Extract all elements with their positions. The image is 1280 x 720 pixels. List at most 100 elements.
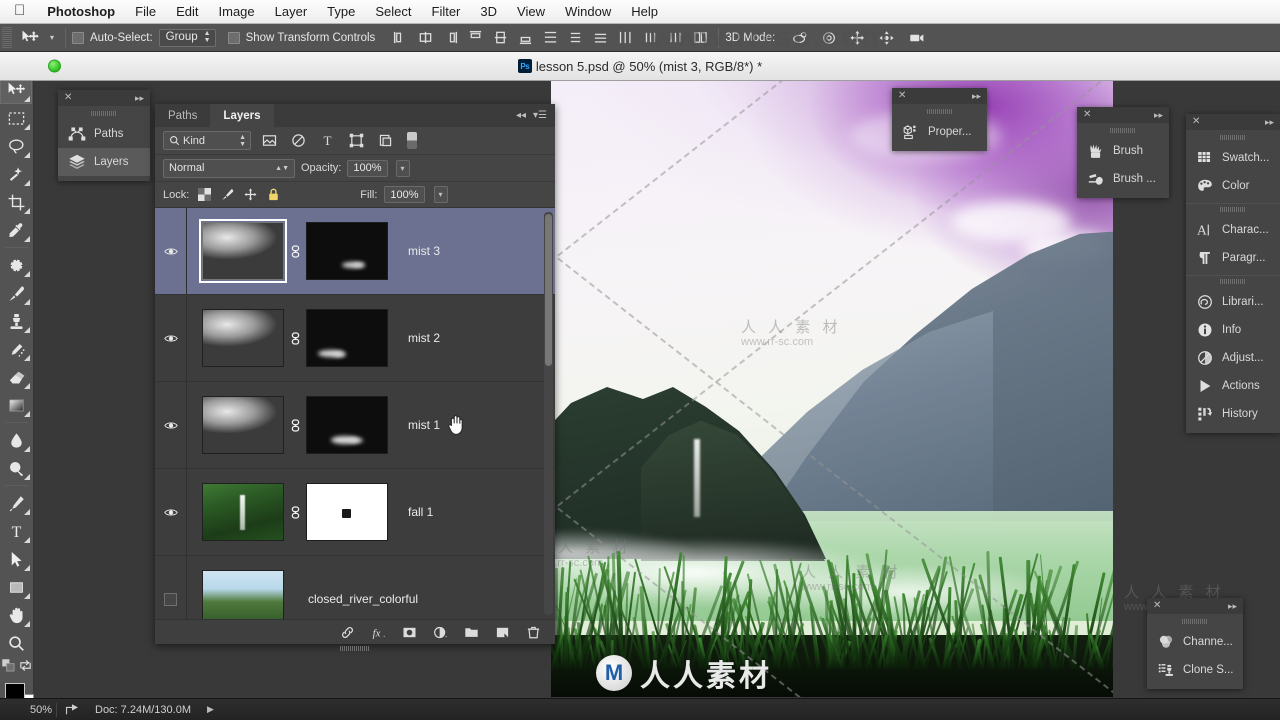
lock-image-icon[interactable] <box>219 187 235 203</box>
mask-link-icon[interactable] <box>284 332 306 345</box>
move-tool-icon[interactable] <box>15 27 45 49</box>
3d-camera-icon[interactable] <box>903 27 929 49</box>
dock-item-info[interactable]: Info <box>1186 316 1280 344</box>
mask-link-icon[interactable] <box>284 506 306 519</box>
layer-thumbnail[interactable] <box>202 396 284 454</box>
distribute-top-button[interactable] <box>539 27 562 49</box>
dock-item-brush-presets[interactable]: Brush ... <box>1077 165 1169 193</box>
layer-mask-thumbnail[interactable] <box>306 483 388 541</box>
dock-item-layers[interactable]: Layers <box>58 148 150 176</box>
close-icon[interactable]: ✕ <box>1083 110 1091 120</box>
layer-name[interactable]: mist 1 <box>408 418 440 432</box>
scrollbar-thumb[interactable] <box>545 214 552 366</box>
layer-mask-thumbnail[interactable] <box>306 396 388 454</box>
close-icon[interactable]: ✕ <box>1192 117 1200 127</box>
dock-item-brush[interactable]: Brush <box>1077 137 1169 165</box>
panel-grip[interactable] <box>1220 279 1246 284</box>
menu-item-file[interactable]: File <box>125 3 166 20</box>
status-menu-arrow-icon[interactable]: ▶ <box>207 704 214 715</box>
dodge-tool[interactable] <box>0 454 32 482</box>
opacity-input[interactable]: 100% <box>347 160 387 177</box>
dock-item-libraries[interactable]: Librari... <box>1186 288 1280 316</box>
eraser-tool[interactable] <box>0 363 32 391</box>
align-bottom-edges-button[interactable] <box>514 27 537 49</box>
tab-paths[interactable]: Paths <box>155 104 210 127</box>
distribute-left-button[interactable] <box>614 27 637 49</box>
panel-grip[interactable] <box>1220 207 1246 212</box>
expand-panels-icon[interactable]: ▸▸ <box>1265 118 1274 127</box>
layer-row[interactable]: mist 3 <box>155 208 555 295</box>
distribute-hcenter-button[interactable] <box>639 27 662 49</box>
dock-item-actions[interactable]: Actions <box>1186 372 1280 400</box>
type-tool[interactable]: T <box>0 517 32 545</box>
layer-mask-thumbnail[interactable] <box>306 222 388 280</box>
distribute-right-button[interactable] <box>664 27 687 49</box>
expand-panels-icon[interactable]: ▸▸ <box>1154 111 1163 120</box>
document-canvas[interactable]: 人 人 素 材 www.rr-sc.com 人 人 素 材 www.rr-sc.… <box>551 81 1113 697</box>
dock-item-properties[interactable]: Proper... <box>892 118 987 146</box>
panel-grip[interactable] <box>1220 135 1246 140</box>
filter-adjustment-layers-icon[interactable] <box>287 131 309 151</box>
lasso-tool[interactable] <box>0 132 32 160</box>
pan-3d-object-icon[interactable] <box>845 27 871 49</box>
layers-scrollbar[interactable] <box>544 212 553 615</box>
expand-panels-icon[interactable]: ▸▸ <box>1228 602 1237 611</box>
align-left-edges-button[interactable] <box>389 27 412 49</box>
fill-input[interactable]: 100% <box>384 186 424 203</box>
dock-item-swatches[interactable]: Swatch... <box>1186 144 1280 172</box>
layer-thumbnail[interactable] <box>202 222 284 280</box>
menu-item-filter[interactable]: Filter <box>422 3 471 20</box>
mask-link-icon[interactable] <box>284 419 306 432</box>
auto-select-dropdown[interactable]: Group ▲ ▼ <box>159 29 216 47</box>
panel-grip[interactable] <box>91 111 117 116</box>
panel-resize-grip[interactable] <box>340 646 370 651</box>
shape-tool[interactable] <box>0 573 32 601</box>
opacity-stepper[interactable]: ▾ <box>396 160 410 177</box>
expand-panels-icon[interactable]: ▸▸ <box>135 94 144 103</box>
roll-3d-object-icon[interactable] <box>816 27 842 49</box>
menu-item-type[interactable]: Type <box>317 3 365 20</box>
tab-layers[interactable]: Layers <box>210 104 273 127</box>
path-selection-tool[interactable] <box>0 545 32 573</box>
add-mask-button[interactable] <box>401 624 417 640</box>
layer-name[interactable]: mist 2 <box>408 331 440 345</box>
mask-link-icon[interactable] <box>284 245 306 258</box>
filter-type-layers-icon[interactable]: T <box>316 131 338 151</box>
dock-item-color[interactable]: Color <box>1186 172 1280 200</box>
dock-item-history[interactable]: History <box>1186 400 1280 428</box>
zoom-level-input[interactable]: 50% <box>0 704 56 716</box>
layers-list[interactable]: mist 3 mist 2 mist 1 fall 1 closed_river… <box>155 208 555 619</box>
history-brush-tool[interactable] <box>0 335 32 363</box>
distribute-bottom-button[interactable] <box>589 27 612 49</box>
collapse-panel-icon[interactable]: ◂◂ <box>516 110 526 121</box>
layer-row[interactable]: fall 1 <box>155 469 555 556</box>
hand-tool[interactable] <box>0 601 32 629</box>
layer-visibility-toggle[interactable] <box>155 593 186 606</box>
dock-item-channels[interactable]: Channe... <box>1147 628 1243 656</box>
close-icon[interactable]: ✕ <box>898 91 906 101</box>
layer-row[interactable]: mist 1 <box>155 382 555 469</box>
auto-select-checkbox[interactable] <box>72 32 84 44</box>
dock-item-adjustments[interactable]: Adjust... <box>1186 344 1280 372</box>
window-zoom-button[interactable] <box>48 60 61 73</box>
panel-grip[interactable] <box>927 109 953 114</box>
adjustment-layer-button[interactable] <box>432 624 448 640</box>
menu-item-3d[interactable]: 3D <box>470 3 507 20</box>
lock-position-icon[interactable] <box>242 187 258 203</box>
menu-item-layer[interactable]: Layer <box>265 3 318 20</box>
layer-thumbnail[interactable] <box>202 570 284 619</box>
layer-visibility-toggle[interactable] <box>155 246 186 257</box>
filter-pixel-layers-icon[interactable] <box>258 131 280 151</box>
brush-tool[interactable] <box>0 279 32 307</box>
menu-item-photoshop[interactable]: Photoshop <box>37 3 125 20</box>
fill-stepper[interactable]: ▾ <box>434 186 448 203</box>
rotate-3d-object-icon[interactable] <box>787 27 813 49</box>
layer-row[interactable]: mist 2 <box>155 295 555 382</box>
filter-enable-toggle[interactable] <box>407 132 417 149</box>
clone-stamp-tool[interactable] <box>0 307 32 335</box>
apple-icon[interactable]:  <box>10 3 37 20</box>
close-icon[interactable]: ✕ <box>64 93 72 103</box>
layer-visibility-toggle[interactable] <box>155 420 186 431</box>
layer-thumbnail[interactable] <box>202 483 284 541</box>
distribute-center-button[interactable] <box>564 27 587 49</box>
